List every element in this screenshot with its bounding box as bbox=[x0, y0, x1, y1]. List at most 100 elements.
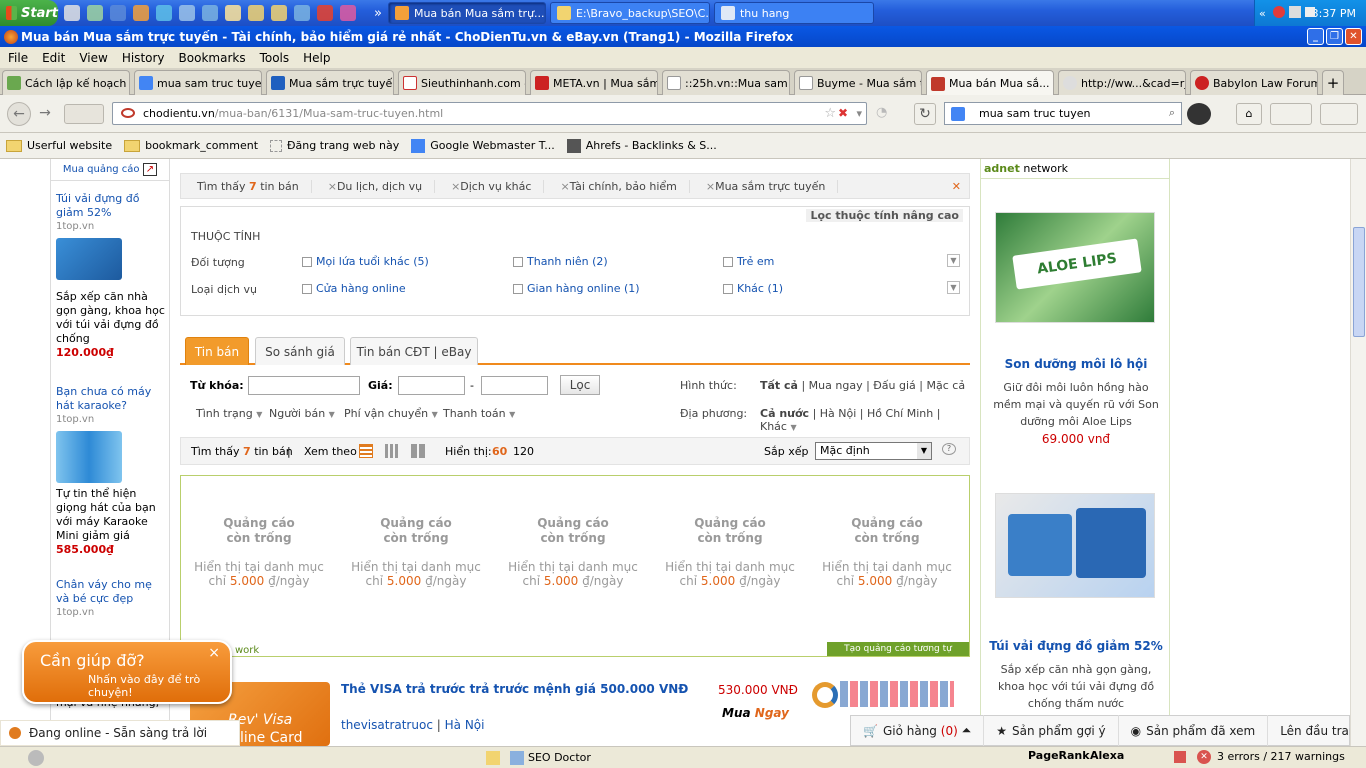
help-chat-popup[interactable]: Cần giúp đỡ? Nhấn vào đây để trò chuyện!… bbox=[22, 640, 232, 704]
ps-icon[interactable] bbox=[64, 5, 80, 21]
menu-view[interactable]: View bbox=[79, 51, 107, 65]
forward-button[interactable]: → bbox=[33, 102, 57, 126]
filter-option[interactable]: Trẻ em bbox=[723, 255, 774, 268]
buy-now-badge[interactable]: Mua Ngay bbox=[722, 706, 789, 720]
ad-title[interactable]: Chân váy cho mẹ và bé cực đẹp bbox=[56, 578, 168, 606]
seller-dropdown[interactable]: Người bán ▼ bbox=[269, 407, 335, 420]
start-button[interactable]: Start bbox=[0, 0, 58, 26]
region-all[interactable]: Cả nước bbox=[760, 407, 809, 420]
left-ad-item[interactable]: Túi vải đựng đồ giảm 52% 1top.vn Sắp xếp… bbox=[56, 192, 168, 360]
tool-icon[interactable] bbox=[202, 5, 218, 21]
tab-so-sanh-gia[interactable]: So sánh giá bbox=[255, 337, 345, 365]
antivirus-icon[interactable] bbox=[1273, 6, 1285, 18]
form-option-bargain[interactable]: Mặc cả bbox=[927, 379, 966, 392]
show-60-option[interactable]: 60 bbox=[492, 445, 507, 458]
checkbox[interactable] bbox=[723, 257, 733, 267]
ad-image[interactable] bbox=[56, 238, 122, 280]
menu-file[interactable]: File bbox=[8, 51, 28, 65]
notepad-icon[interactable] bbox=[225, 5, 241, 21]
remove-chip-icon[interactable]: × bbox=[706, 180, 715, 193]
ie-icon[interactable] bbox=[156, 5, 172, 21]
product-title[interactable]: Thẻ VISA trả trước trả trước mệnh giá 50… bbox=[341, 682, 688, 696]
reload-button[interactable]: ↻ bbox=[914, 103, 936, 125]
bookmark-item[interactable]: Google Webmaster T... bbox=[411, 138, 555, 153]
filter-option[interactable]: Thanh niên (2) bbox=[513, 255, 608, 268]
folder-icon[interactable] bbox=[248, 5, 264, 21]
browser-tab-active[interactable]: Mua bán Mua sắ...✕ bbox=[926, 70, 1054, 96]
remove-chip-icon[interactable]: × bbox=[451, 180, 460, 193]
help-icon[interactable]: ? bbox=[942, 443, 956, 455]
app-icon[interactable] bbox=[340, 5, 356, 21]
buy-ad-header[interactable]: Mua quảng cáo ↗ bbox=[51, 159, 169, 181]
skype-icon[interactable] bbox=[179, 5, 195, 21]
scroll-top-button[interactable]: Lên đầu trang ⇧ bbox=[1268, 715, 1350, 746]
form-option-all[interactable]: Tất cả bbox=[760, 379, 798, 392]
search-bar[interactable]: mua sam truc tuyen ⌕ bbox=[944, 102, 1182, 125]
page-scrollbar[interactable] bbox=[1350, 159, 1366, 746]
cart-button[interactable]: 🛒 Giỏ hàng (0) ⏶ bbox=[851, 715, 985, 746]
browser-tab[interactable]: mua sam truc tuyen ... bbox=[134, 70, 262, 95]
browser-tab[interactable]: META.vn | Mua sắm... bbox=[530, 70, 658, 95]
ad-slot[interactable]: Quảng cáo còn trống Hiển thị tại danh mụ… bbox=[346, 516, 486, 588]
alexa-label[interactable]: Alexa bbox=[1090, 749, 1124, 762]
restore-button[interactable]: ❐ bbox=[1326, 28, 1343, 45]
show-120-option[interactable]: 120 bbox=[513, 445, 534, 458]
network-icon[interactable] bbox=[1289, 6, 1301, 18]
viewed-button[interactable]: ◉ Sản phẩm đã xem bbox=[1119, 715, 1269, 746]
advanced-filter-link[interactable]: Lọc thuộc tính nâng cao bbox=[806, 209, 963, 222]
seller-location[interactable]: Hà Nội bbox=[445, 718, 485, 732]
extension-button[interactable] bbox=[1270, 103, 1312, 125]
menu-history[interactable]: History bbox=[122, 51, 165, 65]
browser-tab[interactable]: Babylon Law Forums bbox=[1190, 70, 1318, 95]
menu-help[interactable]: Help bbox=[303, 51, 330, 65]
product-seller[interactable]: thevisatratruoc | Hà Nội bbox=[341, 718, 484, 732]
browser-tab[interactable]: Cách lập kế hoạch k... bbox=[2, 70, 130, 95]
task-firefox[interactable]: Mua bán Mua sắm trự... bbox=[387, 2, 546, 24]
filter-option[interactable]: Cửa hàng online bbox=[302, 282, 406, 295]
filter-option[interactable]: Khác (1) bbox=[723, 282, 783, 295]
pagerank-label[interactable]: PageRank bbox=[1028, 749, 1090, 762]
payment-dropdown[interactable]: Thanh toán ▼ bbox=[443, 407, 515, 420]
search-icon[interactable]: ⌕ bbox=[1169, 106, 1175, 120]
word-icon[interactable] bbox=[110, 5, 126, 21]
tab-ebay[interactable]: Tin bán CĐT | eBay bbox=[350, 337, 478, 365]
remove-chip-icon[interactable]: × bbox=[328, 180, 337, 193]
clear-filters-icon[interactable]: ✕ bbox=[952, 180, 961, 193]
status-icon[interactable] bbox=[28, 749, 44, 766]
site-identity-icon[interactable] bbox=[121, 108, 135, 118]
extension-button[interactable] bbox=[1320, 103, 1358, 125]
stop-icon[interactable]: ✖ bbox=[838, 106, 848, 120]
browser-tab[interactable]: ::25h.vn::Mua sam ... bbox=[662, 70, 790, 95]
chrome-icon[interactable] bbox=[317, 5, 333, 21]
ad-title[interactable]: Túi vải đựng đồ giảm 52% bbox=[56, 192, 168, 220]
taskbar-overflow[interactable]: » bbox=[374, 6, 382, 21]
bookmark-star-icon[interactable]: ☆ bbox=[824, 106, 836, 121]
expand-icon[interactable]: ▼ bbox=[947, 254, 960, 267]
checkbox[interactable] bbox=[513, 257, 523, 267]
bookmark-item[interactable]: Đăng trang web này bbox=[270, 139, 399, 152]
breadcrumb-chip[interactable]: ×Du lịch, dịch vụ bbox=[312, 179, 436, 193]
url-bar[interactable]: chodientu.vn/mua-ban/6131/Mua-sam-truc-t… bbox=[112, 102, 867, 125]
ad-image[interactable] bbox=[56, 431, 122, 483]
menu-edit[interactable]: Edit bbox=[42, 51, 65, 65]
task-chat[interactable]: thu hang bbox=[713, 2, 874, 24]
right-ad-image[interactable]: ALOE LIPS bbox=[995, 212, 1155, 323]
quicklaunch-icon[interactable] bbox=[87, 5, 103, 21]
tab-tin-ban[interactable]: Tin bán bbox=[185, 337, 249, 365]
bookmark-item[interactable]: Ahrefs - Backlinks & S... bbox=[566, 138, 717, 153]
remove-chip-icon[interactable]: × bbox=[560, 180, 569, 193]
breadcrumb-chip[interactable]: ×Mua sắm trực tuyến bbox=[690, 179, 839, 193]
bookmark-folder[interactable]: bookmark_comment bbox=[124, 139, 258, 152]
filter-option[interactable]: Mọi lứa tuổi khác (5) bbox=[302, 255, 429, 268]
online-chat-bar[interactable]: Đang online - Sẵn sàng trả lời bbox=[0, 720, 240, 746]
back-button[interactable]: ← bbox=[7, 102, 31, 126]
new-tab-button[interactable]: + bbox=[1322, 70, 1344, 95]
right-ad-title[interactable]: Son dưỡng môi lô hội bbox=[981, 357, 1171, 371]
gallery-view-icon[interactable] bbox=[411, 444, 425, 458]
keyword-input[interactable] bbox=[248, 376, 360, 395]
right-ad-image[interactable] bbox=[995, 493, 1155, 598]
sort-select[interactable]: Mặc định ▼ bbox=[815, 442, 932, 460]
browser-tab[interactable]: Buyme - Mua sắm tr... bbox=[794, 70, 922, 95]
seo-doctor-label[interactable]: SEO Doctor bbox=[528, 751, 591, 764]
folder-icon[interactable] bbox=[271, 5, 287, 21]
